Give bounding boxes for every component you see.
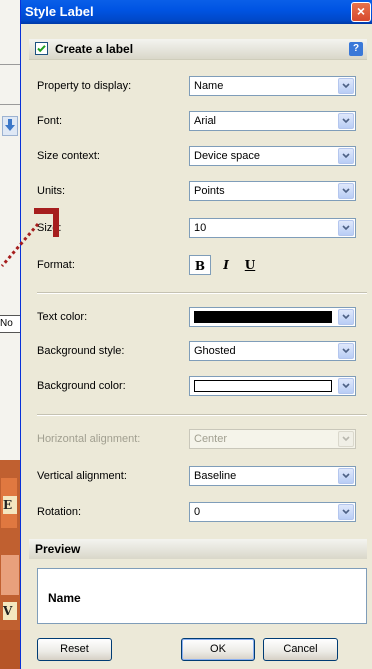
units-dropdown[interactable]: Points [189,181,356,201]
format-row: Format: B I U [37,255,367,277]
text-color-swatch [194,311,332,323]
horizontal-alignment-value: Center [194,433,228,445]
cancel-button[interactable]: Cancel [263,638,338,661]
separator [37,292,367,294]
close-button[interactable]: × [351,2,371,22]
vertical-alignment-dropdown[interactable]: Baseline [189,466,356,486]
chevron-down-icon[interactable] [338,468,354,484]
units-value: Points [194,185,225,197]
background-color-label: Background color: [37,380,126,392]
preview-text: Name [48,591,81,605]
horizontal-alignment-label: Horizontal alignment: [37,433,141,445]
property-row: Property to display: Name [37,76,367,98]
vertical-alignment-label: Vertical alignment: [37,470,127,482]
help-icon[interactable]: ? [349,42,363,56]
italic-button[interactable]: I [215,255,237,275]
size-dropdown[interactable]: 10 [189,218,356,238]
chevron-down-icon[interactable] [338,148,354,164]
chevron-down-icon[interactable] [338,309,354,325]
chevron-down-icon[interactable] [338,378,354,394]
background-app-strip: No E V [0,0,20,669]
title-bar[interactable]: Style Label × [21,0,372,24]
units-row: Units: Points [37,181,367,203]
chevron-down-icon[interactable] [338,343,354,359]
chevron-down-icon[interactable] [338,183,354,199]
section-title: Create a label [55,42,134,56]
preview-box: Name [37,568,367,624]
map-label: V [3,602,17,620]
rotation-label: Rotation: [37,506,82,518]
vertical-alignment-value: Baseline [194,470,237,482]
leader-line [0,223,40,267]
font-dropdown[interactable]: Arial [189,111,356,131]
bold-button[interactable]: B [189,255,211,275]
background-divider [0,104,20,105]
rotation-row: Rotation: 0 [37,502,367,524]
background-color-row: Background color: [37,376,367,398]
ok-button[interactable]: OK [181,638,255,661]
reset-button[interactable]: Reset [37,638,112,661]
property-value: Name [194,80,224,92]
background-color-picker[interactable] [189,376,356,396]
background-style-value: Ghosted [194,345,236,357]
font-value: Arial [194,115,217,127]
chevron-down-icon[interactable] [338,78,354,94]
background-style-dropdown[interactable]: Ghosted [189,341,356,361]
text-color-picker[interactable] [189,307,356,327]
down-arrow-icon [2,116,18,136]
separator [37,414,367,416]
size-context-row: Size context: Device space [37,146,367,168]
units-label: Units: [37,185,66,197]
preview-header: Preview [29,539,367,559]
window-title: Style Label [25,4,94,19]
chevron-down-icon[interactable] [338,220,354,236]
map-feature [0,630,20,669]
size-context-dropdown[interactable]: Device space [189,146,356,166]
size-value: 10 [194,222,207,234]
style-label-dialog: Style Label × Create a label ? Property … [20,0,372,669]
background-cell-text: No [0,315,20,333]
text-color-label: Text color: [37,311,88,323]
chevron-down-icon[interactable] [338,504,354,520]
font-label: Font: [37,115,63,127]
map-label: E [3,496,17,514]
background-map: E V [0,460,20,669]
font-row: Font: Arial [37,111,367,133]
rotation-value: 0 [194,506,201,518]
chevron-down-icon[interactable] [338,113,354,129]
property-dropdown[interactable]: Name [189,76,356,96]
horizontal-alignment-dropdown: Center [189,429,356,449]
text-color-row: Text color: [37,307,367,329]
vertical-alignment-row: Vertical alignment: Baseline [37,466,367,488]
horizontal-alignment-row: Horizontal alignment: Center [37,429,367,451]
background-style-label: Background style: [37,345,125,357]
rotation-dropdown[interactable]: 0 [189,502,356,522]
create-label-header: Create a label ? [29,39,367,60]
chevron-down-icon [338,431,354,447]
size-context-value: Device space [194,150,261,162]
background-divider [0,64,20,65]
size-context-label: Size context: [37,150,100,162]
map-feature [1,555,19,595]
format-label: Format: [37,259,75,271]
underline-button[interactable]: U [239,255,261,275]
background-style-row: Background style: Ghosted [37,341,367,363]
create-label-checkbox[interactable] [35,42,48,55]
background-color-swatch [194,380,332,392]
property-label: Property to display: [37,80,132,92]
size-row: Size: 10 [37,218,367,240]
